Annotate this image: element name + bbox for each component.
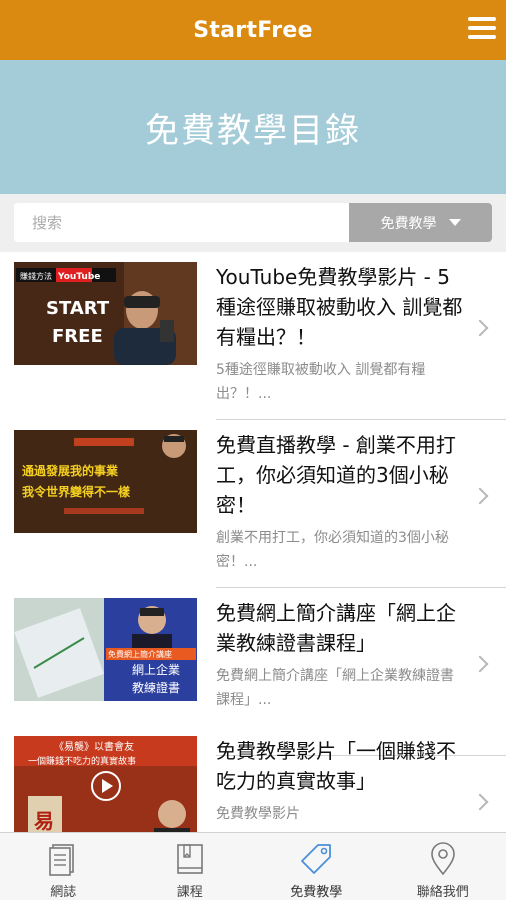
tab-courses[interactable]: 課程 <box>127 833 254 900</box>
item-text: 免費直播教學 - 創業不用打工，你必須知道的3個小秘密！ 創業不用打工，你必須知… <box>216 430 464 574</box>
thumb-tag: 賺錢方法 <box>20 271 52 281</box>
thumbnail-image: 《易襲》以書會友 一個賺錢不吃力的真實故事 易 <box>14 736 197 832</box>
thumb-book-char: 易 <box>34 809 54 832</box>
thumb-youtube: YouTube <box>57 272 100 282</box>
tab-label: 免費教學 <box>290 885 343 900</box>
category-filter-dropdown[interactable]: 免費教學 <box>349 203 492 242</box>
page-title: 免費教學目錄 <box>145 110 361 151</box>
thumb-line2: 我令世界變得不一樣 <box>22 484 131 499</box>
thumb-free: FREE <box>52 326 103 347</box>
chevron-right-icon <box>471 487 489 505</box>
thumbnail-image: 通過發展我的事業 我令世界變得不一樣 <box>14 430 197 533</box>
item-text: YouTube免費教學影片 - 5種途徑賺取被動收入 訓覺都有糧出？！ 5種途徑… <box>216 262 464 406</box>
item-title: 免費直播教學 - 創業不用打工，你必須知道的3個小秘密！ <box>216 433 456 517</box>
hero-banner: 免費教學目錄 <box>0 60 506 194</box>
tab-blog[interactable]: 網誌 <box>0 833 127 900</box>
item-description: 創業不用打工，你必須知道的3個小秘密！... <box>216 530 449 570</box>
item-title: YouTube免費教學影片 - 5種途徑賺取被動收入 訓覺都有糧出？！ <box>216 265 463 349</box>
tab-label: 網誌 <box>50 885 77 900</box>
thumb-line2: 一個賺錢不吃力的真實故事 <box>28 755 136 767</box>
item-text: 免費網上簡介講座「網上企業教練證書課程」 免費網上簡介講座「網上企業教練證書課程… <box>216 598 464 712</box>
list-item[interactable]: 《易襲》以書會友 一個賺錢不吃力的真實故事 易 免費教學影片「一個賺錢不吃力的真… <box>0 726 506 832</box>
thumb-line1: 網上企業 <box>132 662 180 677</box>
thumb-line2: 教練證書 <box>132 680 180 695</box>
tab-label: 聯絡我們 <box>416 885 469 900</box>
tutorial-list: 賺錢方法 YouTube START FREE YouTube免費教學影片 - … <box>0 252 506 832</box>
blog-document-icon <box>49 844 75 876</box>
location-pin-icon <box>430 842 455 876</box>
course-book-icon <box>176 844 203 874</box>
hamburger-menu-icon[interactable] <box>468 17 496 41</box>
item-title: 免費教學影片「一個賺錢不吃力的真實故事」 <box>216 739 456 793</box>
list-item[interactable]: 賺錢方法 YouTube START FREE YouTube免費教學影片 - … <box>0 252 506 420</box>
price-tag-icon <box>301 844 332 874</box>
chevron-right-icon <box>471 793 489 811</box>
brand-title: StartFree <box>193 17 313 43</box>
thumb-banner: 免費網上簡介講座 <box>108 649 172 659</box>
item-description: 5種途徑賺取被動收入 訓覺都有糧出？！... <box>216 362 426 402</box>
tab-contact[interactable]: 聯絡我們 <box>380 833 506 900</box>
item-title: 免費網上簡介講座「網上企業教練證書課程」 <box>216 601 456 655</box>
chevron-right-icon <box>471 655 489 673</box>
chevron-right-icon <box>471 319 489 337</box>
search-bar: 免費教學 <box>0 194 506 252</box>
search-input[interactable] <box>14 203 349 242</box>
filter-label: 免費教學 <box>380 215 437 232</box>
thumb-start: START <box>46 298 110 319</box>
app-screen: StartFree 免費教學目錄 免費教學 賺錢方法 <box>0 0 506 900</box>
thumbnail-image: 免費網上簡介講座 網上企業 教練證書 <box>14 598 197 701</box>
bottom-tab-bar: 網誌 課程 免費教學 聯絡我們 <box>0 832 506 900</box>
thumb-line1: 《易襲》以書會友 <box>54 740 134 753</box>
item-description: 免費教學影片 <box>216 806 300 822</box>
thumbnail-image: 賺錢方法 YouTube START FREE <box>14 262 197 365</box>
caret-down-icon <box>448 219 461 226</box>
list-item[interactable]: 通過發展我的事業 我令世界變得不一樣 免費直播教學 - 創業不用打工，你必須知道… <box>0 420 506 588</box>
search-box: 免費教學 <box>14 203 492 242</box>
thumb-line1: 通過發展我的事業 <box>22 463 119 478</box>
tab-label: 課程 <box>176 885 203 900</box>
item-text: 免費教學影片「一個賺錢不吃力的真實故事」 免費教學影片 <box>216 736 464 826</box>
item-description: 免費網上簡介講座「網上企業教練證書課程」... <box>216 668 454 708</box>
top-bar: StartFree <box>0 0 506 60</box>
tab-free-tutorials[interactable]: 免費教學 <box>253 833 380 900</box>
